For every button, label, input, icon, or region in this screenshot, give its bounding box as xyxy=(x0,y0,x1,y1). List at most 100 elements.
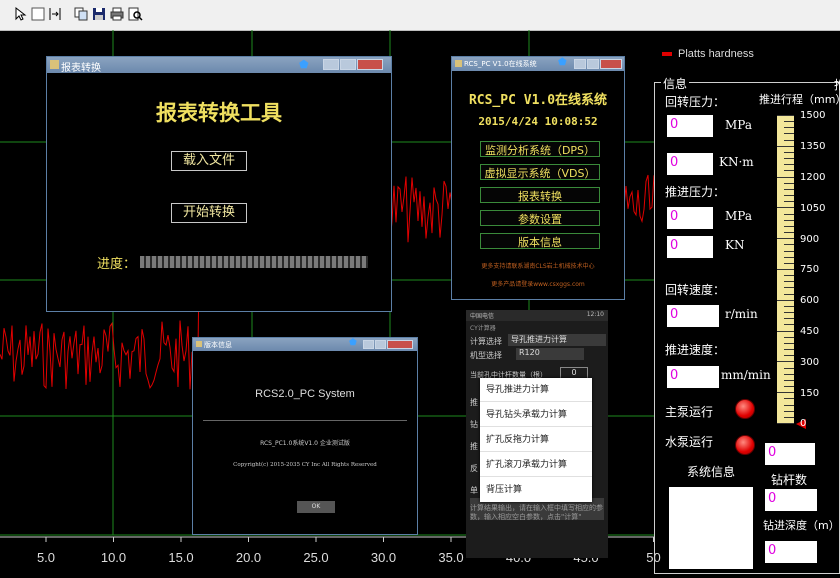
dropdown-item-guide-push[interactable]: 导孔推进力计算 xyxy=(480,378,592,402)
stroke-scale-label: 150 xyxy=(800,388,820,399)
gauge-tick xyxy=(784,410,794,412)
rcs-footer-website: 更多产品请登录www.csxggs.com xyxy=(491,281,585,288)
menu-vds-button[interactable]: 虚拟显示系统（VDS） xyxy=(480,164,600,180)
close-button[interactable] xyxy=(387,340,413,349)
minimize-button[interactable] xyxy=(323,59,339,70)
menu-dps-button[interactable]: 监测分析系统（DPS） xyxy=(480,141,600,157)
dropdown-item-ream-cutter[interactable]: 扩孔滚刀承载力计算 xyxy=(480,453,592,477)
close-button[interactable] xyxy=(600,59,622,69)
dropdown-item-guide-bit[interactable]: 导孔钻头承载力计算 xyxy=(480,403,592,427)
gauge-tick xyxy=(784,398,794,400)
rotation-speed-unit: r/min xyxy=(725,307,758,321)
phone-status-bar: 中国电信 12:10 xyxy=(466,310,608,321)
gauge-tick xyxy=(784,151,794,153)
gauge-tick xyxy=(777,207,794,209)
rotation-torque-field[interactable]: 0 xyxy=(667,153,713,175)
stroke-scale-label: 1500 xyxy=(800,110,826,121)
print-preview-icon[interactable] xyxy=(127,6,143,22)
result-text: 计算结果输出，请在输入框中填写相应的参数，输入相应空白参数，点击"计算" xyxy=(470,504,603,521)
gauge-tick xyxy=(784,386,794,388)
rotation-pressure-label: 回转压力： xyxy=(665,95,726,109)
maximize-button[interactable] xyxy=(587,59,599,69)
maximize-button[interactable] xyxy=(375,340,386,349)
gauge-tick xyxy=(784,349,794,351)
system-info-label: 系统信息 xyxy=(687,465,736,479)
gauge-tick xyxy=(777,145,794,147)
copy-icon[interactable] xyxy=(73,6,89,22)
report-heading: 报表转换工具 xyxy=(156,100,282,125)
phone-calculator-screenshot: 中国电信 12:10 CY计算器 计算选择 导孔推进力计算 机型选择 R120 … xyxy=(466,310,608,558)
gauge-tick xyxy=(784,121,794,123)
model-select-dropdown[interactable]: R120 xyxy=(516,348,584,360)
push-pressure-field[interactable]: 0 xyxy=(667,207,713,229)
rotation-speed-field[interactable]: 0 xyxy=(667,305,719,327)
gauge-tick xyxy=(784,225,794,227)
gem-icon: ⬟ xyxy=(558,57,567,68)
select-box-icon[interactable] xyxy=(30,6,46,22)
menu-report-button[interactable]: 报表转换 xyxy=(480,187,600,203)
model-select-label: 机型选择 xyxy=(470,351,502,360)
divider xyxy=(203,420,407,421)
fit-icon[interactable] xyxy=(47,6,63,22)
calc-select-dropdown[interactable]: 导孔推进力计算 xyxy=(508,334,606,346)
app-icon xyxy=(196,341,202,347)
gauge-tick xyxy=(777,269,794,270)
start-convert-button[interactable]: 开始转换 xyxy=(171,203,247,223)
gauge-tick xyxy=(777,330,794,332)
gauge-tick xyxy=(784,256,794,258)
drill-depth-label: 钻进深度（m） xyxy=(763,519,840,532)
save-icon[interactable] xyxy=(91,6,107,22)
rcs-online-window: RCS_PC V1.0在线系统 ⬟ RCS_PC V1.0在线系统 2015/4… xyxy=(451,56,625,300)
system-info-box[interactable] xyxy=(669,487,753,569)
calc-type-dropdown-list: 导孔推进力计算 导孔钻头承载力计算 扩孔反拖力计算 扩孔滚刀承载力计算 背压计算 xyxy=(480,378,592,502)
drill-depth-field[interactable]: 0 xyxy=(765,541,817,563)
gauge-tick xyxy=(777,299,794,301)
minimize-button[interactable] xyxy=(574,59,586,69)
x-tick-label: 10.0 xyxy=(101,550,126,565)
app-icon xyxy=(455,60,462,67)
gauge-tick xyxy=(784,416,794,418)
pointer-icon[interactable] xyxy=(12,6,28,22)
clock-label: 12:10 xyxy=(586,311,604,318)
rotation-speed-label: 回转速度： xyxy=(665,283,726,297)
gauge-tick xyxy=(777,176,794,178)
gauge-tick xyxy=(784,188,794,190)
minimize-button[interactable] xyxy=(363,340,374,349)
gauge-tick xyxy=(784,324,794,326)
rcs-datetime: 2015/4/24 10:08:52 xyxy=(478,115,598,128)
version-window-titlebar[interactable]: 版本信息 ⬟ xyxy=(193,338,417,351)
rod-count-field[interactable]: 0 xyxy=(765,489,817,511)
rod-count-label: 钻杆数 xyxy=(771,473,808,487)
rotation-pressure-field[interactable]: 0 xyxy=(667,115,713,137)
dropdown-item-ream-pull[interactable]: 扩孔反拖力计算 xyxy=(480,428,592,452)
menu-settings-button[interactable]: 参数设置 xyxy=(480,210,600,226)
gauge-tick xyxy=(784,281,794,283)
push-force-field[interactable]: 0 xyxy=(667,236,713,258)
calc-select-label: 计算选择 xyxy=(470,337,502,346)
report-window-titlebar[interactable]: 报表转换 ⬟ xyxy=(47,57,391,74)
dropdown-item-back-pressure[interactable]: 背压计算 xyxy=(480,478,592,502)
main-pump-indicator xyxy=(735,399,755,419)
print-icon[interactable] xyxy=(109,6,125,22)
info-panel: 信息 回转压力： 0 MPa 0 KN·m 推进压力： 0 MPa 0 KN 回… xyxy=(654,75,840,574)
gauge-tick xyxy=(784,379,794,381)
gauge-tick xyxy=(784,244,794,246)
load-file-button[interactable]: 载入文件 xyxy=(171,151,247,171)
close-button[interactable] xyxy=(357,59,383,70)
stroke-value-field[interactable]: 0 xyxy=(765,443,815,465)
push-speed-field[interactable]: 0 xyxy=(667,366,719,388)
gauge-tick xyxy=(784,404,794,406)
push-speed-unit: mm/min xyxy=(721,368,771,382)
stroke-scale-label: 0 xyxy=(800,418,807,429)
ok-button[interactable]: OK xyxy=(297,501,335,513)
menu-version-button[interactable]: 版本信息 xyxy=(480,233,600,249)
rcs-window-titlebar[interactable]: RCS_PC V1.0在线系统 ⬟ xyxy=(452,57,624,71)
push-force-unit: KN xyxy=(725,238,745,252)
main-pump-label: 主泵运行 xyxy=(665,405,714,419)
report-convert-window: 报表转换 ⬟ 报表转换工具 载入文件 开始转换 进度： xyxy=(46,56,392,312)
gauge-tick xyxy=(784,250,794,252)
stroke-scale-label: 450 xyxy=(800,326,820,337)
maximize-button[interactable] xyxy=(340,59,356,70)
gauge-tick xyxy=(784,232,794,234)
x-tick-label: 15.0 xyxy=(168,550,193,565)
